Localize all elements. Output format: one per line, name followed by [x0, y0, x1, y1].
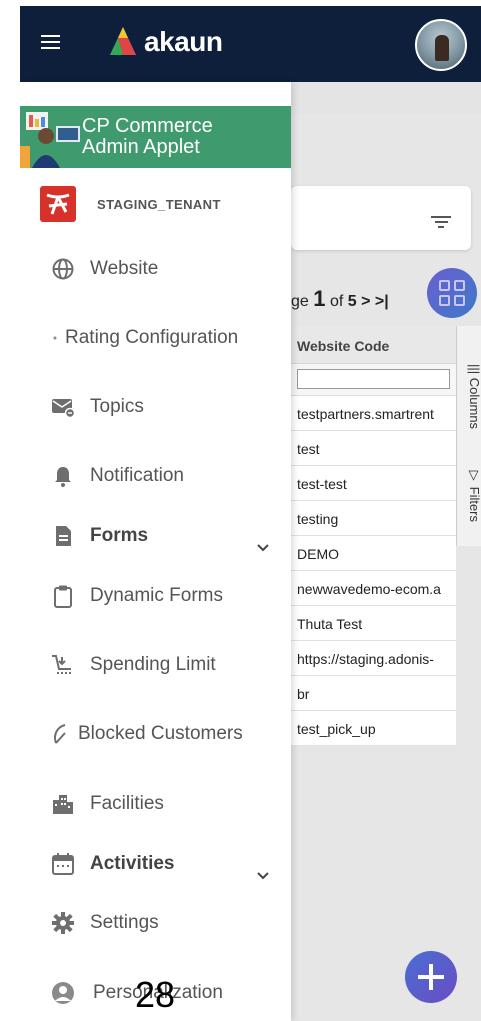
nav-item-facilities[interactable]: Facilities: [20, 781, 291, 827]
user-avatar[interactable]: [415, 19, 467, 71]
nav-label-facilities: Facilities: [90, 793, 164, 814]
tenant-logo-icon: [40, 186, 76, 222]
filter-icon[interactable]: [431, 216, 451, 230]
app-frame: akaun ge 1 of 5 > >| Website Code testpa…: [20, 6, 481, 1021]
nav-item-rating-configuration[interactable]: Rating Configuration: [20, 315, 291, 361]
table-row[interactable]: br: [291, 676, 456, 711]
applet-title-line-1: CP Commerce: [82, 115, 213, 137]
mail-icon: [51, 395, 75, 419]
chevron-down-icon[interactable]: [256, 541, 270, 555]
nav-item-activities[interactable]: Activities: [20, 841, 291, 887]
menu-icon[interactable]: [41, 31, 67, 53]
nav-item-spending-limit[interactable]: Spending Limit: [20, 642, 291, 688]
table-row[interactable]: DEMO: [291, 536, 456, 571]
filters-tab-label: Filters: [467, 486, 481, 523]
person-icon: [51, 981, 75, 1005]
akaun-logo-mark: [110, 27, 136, 55]
table-row[interactable]: testing: [291, 501, 456, 536]
nav-label-topics: Topics: [90, 396, 144, 417]
applet-banner[interactable]: CP Commerce Admin Applet: [20, 106, 291, 168]
clipboard-icon: [51, 584, 75, 608]
calendar-icon: [51, 852, 75, 876]
columns-tab[interactable]: ||| Columns: [457, 364, 481, 452]
website-table: Website Code testpartners.smartrent test…: [291, 326, 456, 746]
tenant-selector[interactable]: STAGING_TENANT: [40, 186, 221, 222]
table-row[interactable]: testpartners.smartrent: [291, 396, 456, 431]
nav-label-activities: Activities: [90, 853, 175, 874]
table-row[interactable]: Thuta Test: [291, 606, 456, 641]
dot-icon: [52, 326, 58, 350]
grid-view-button[interactable]: [427, 268, 477, 318]
add-button[interactable]: [405, 951, 457, 1003]
top-app-bar: akaun: [20, 6, 481, 82]
globe-icon: [51, 257, 75, 281]
pager-last-button[interactable]: >|: [375, 293, 389, 310]
nav-item-blocked-customers[interactable]: Blocked Customers: [20, 711, 291, 757]
side-navigation: CP Commerce Admin Applet STAGING_TENANT …: [20, 82, 291, 1021]
applet-illustration-icon: [20, 112, 80, 168]
columns-icon: |||: [467, 364, 481, 375]
pager-of: of: [329, 293, 344, 310]
gear-icon: [51, 911, 75, 935]
pager-current: 1: [313, 286, 326, 311]
pagination: ge 1 of 5 > >|: [291, 286, 389, 312]
filter-funnel-icon: ▽: [467, 468, 481, 483]
nav-item-settings[interactable]: Settings: [20, 900, 291, 946]
building-icon: [51, 792, 75, 816]
column-filter-row: [291, 364, 456, 396]
document-icon: [51, 524, 75, 548]
nav-label-blocked-customers: Blocked Customers: [78, 723, 243, 744]
pager-prefix: ge: [291, 293, 309, 310]
page-number: 28: [135, 974, 176, 1015]
nav-label-spending-limit: Spending Limit: [90, 654, 216, 675]
nav-item-notification[interactable]: Notification: [20, 453, 291, 499]
pager-next-button[interactable]: >: [361, 293, 370, 310]
pager-total: 5: [347, 293, 357, 310]
nav-label-notification: Notification: [90, 465, 184, 486]
nav-item-dynamic-forms[interactable]: Dynamic Forms: [20, 573, 291, 619]
nav-label-forms: Forms: [90, 525, 149, 546]
nav-label-settings: Settings: [90, 912, 159, 933]
nav-item-forms[interactable]: Forms: [20, 513, 291, 559]
table-row[interactable]: https://staging.adonis-: [291, 641, 456, 676]
search-filter-card[interactable]: [291, 186, 471, 250]
table-row[interactable]: test_pick_up: [291, 711, 456, 746]
nav-label-rating-configuration: Rating Configuration: [65, 327, 239, 348]
table-row[interactable]: test: [291, 431, 456, 466]
applet-title-line-2: Admin Applet: [82, 136, 200, 158]
column-header-website-code[interactable]: Website Code: [291, 326, 456, 364]
column-filter-input[interactable]: [297, 369, 450, 389]
nav-item-website[interactable]: Website: [20, 246, 291, 292]
bell-icon: [51, 464, 75, 488]
nav-item-topics[interactable]: Topics: [20, 384, 291, 430]
table-row[interactable]: test-test: [291, 466, 456, 501]
columns-tab-label: Columns: [467, 377, 481, 430]
nav-label-dynamic-forms: Dynamic Forms: [90, 585, 224, 606]
nav-label-website: Website: [90, 258, 159, 279]
filters-tab[interactable]: ▽ Filters: [457, 468, 481, 548]
brand-name: akaun: [144, 26, 223, 57]
tenant-label: STAGING_TENANT: [97, 196, 221, 212]
chevron-down-icon[interactable]: [256, 869, 270, 883]
applet-title: CP Commerce Admin Applet: [82, 116, 213, 158]
grid-side-tabs: ||| Columns ▽ Filters: [456, 326, 481, 546]
grid-icon: [439, 280, 450, 291]
blocked-icon: [51, 722, 69, 746]
page-toolbar-strip: [291, 82, 481, 114]
cart-icon: [51, 653, 75, 677]
table-row[interactable]: newwavedemo-ecom.a: [291, 571, 456, 606]
akaun-logo[interactable]: akaun: [106, 22, 223, 62]
